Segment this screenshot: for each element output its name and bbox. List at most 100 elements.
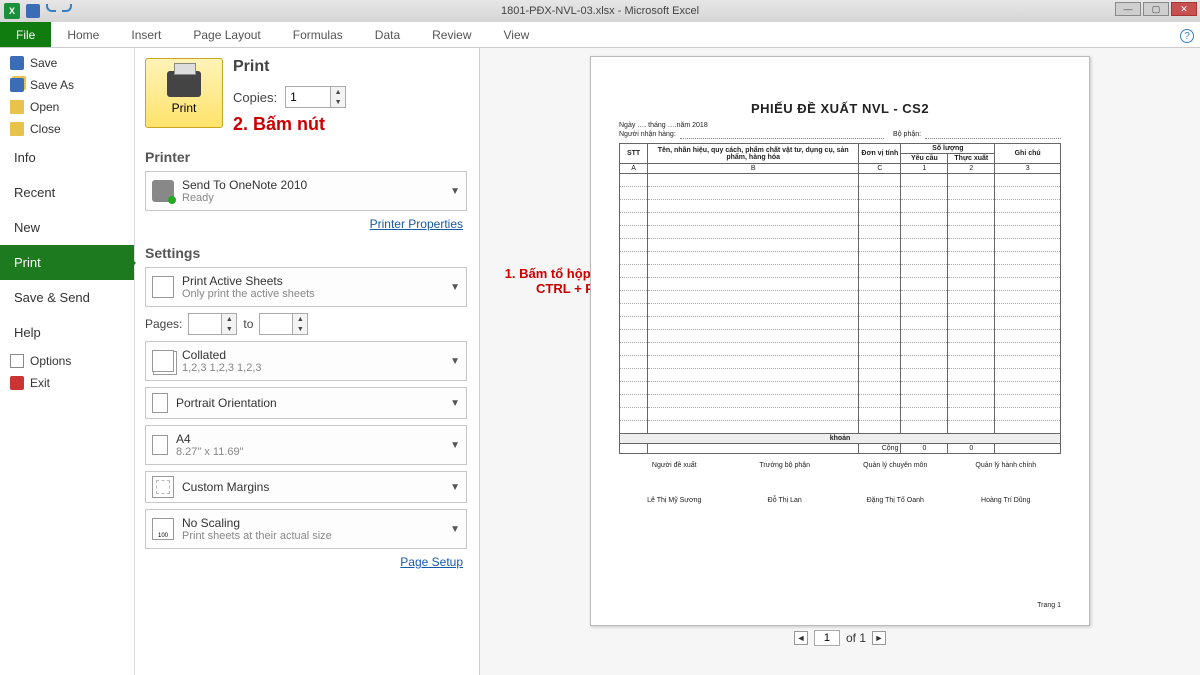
nav-options[interactable]: Options — [0, 350, 134, 372]
nav-save-as[interactable]: Save As — [0, 74, 134, 96]
paper-size-select[interactable]: A48.27" x 11.69" ▼ — [145, 425, 467, 465]
page-icon — [152, 435, 168, 455]
current-page-input[interactable] — [814, 630, 840, 646]
table-row — [620, 200, 1061, 213]
copies-label: Copies: — [233, 90, 277, 105]
th-req: Yêu cầu — [901, 154, 948, 164]
nav-save-label: Save — [30, 56, 57, 70]
print-what-title: Print Active Sheets — [182, 274, 442, 288]
chevron-down-icon: ▼ — [450, 356, 460, 367]
tab-insert[interactable]: Insert — [115, 22, 177, 47]
nav-save-send[interactable]: Save & Send — [0, 280, 134, 315]
table-row — [620, 174, 1061, 187]
nav-print[interactable]: Print — [0, 245, 134, 280]
doc-title: PHIẾU ĐỀ XUẤT NVL - CS2 — [619, 101, 1061, 116]
table-row — [620, 356, 1061, 369]
save-as-icon — [10, 78, 24, 92]
help-icon[interactable]: ? — [1180, 29, 1194, 43]
redo-icon[interactable] — [62, 4, 72, 12]
copies-up[interactable]: ▲ — [331, 87, 345, 97]
nav-help[interactable]: Help — [0, 315, 134, 350]
collate-title: Collated — [182, 348, 442, 362]
pages-from-spinner[interactable]: ▲▼ — [188, 313, 237, 335]
table-row — [620, 330, 1061, 343]
tab-data[interactable]: Data — [359, 22, 416, 47]
copies-input[interactable] — [286, 88, 330, 106]
save-icon[interactable] — [26, 4, 40, 18]
table-row — [620, 239, 1061, 252]
close-window-button[interactable]: ✕ — [1171, 2, 1197, 16]
page-setup-link[interactable]: Page Setup — [145, 555, 463, 569]
prev-page-button[interactable]: ◄ — [794, 631, 808, 645]
printer-select[interactable]: Send To OneNote 2010Ready ▼ — [145, 171, 467, 211]
tab-view[interactable]: View — [488, 22, 546, 47]
nav-exit-label: Exit — [30, 376, 50, 390]
pages-from-down[interactable]: ▼ — [222, 324, 236, 334]
sig-name-3: Đặng Thị Tố Oanh — [842, 497, 948, 504]
margins-icon — [152, 476, 174, 498]
pages-to-input[interactable] — [260, 315, 292, 333]
pages-to-up[interactable]: ▲ — [293, 314, 307, 324]
scaling-select[interactable]: 100 No ScalingPrint sheets at their actu… — [145, 509, 467, 549]
next-page-button[interactable]: ► — [872, 631, 886, 645]
collate-select[interactable]: Collated1,2,3 1,2,3 1,2,3 ▼ — [145, 341, 467, 381]
chevron-down-icon: ▼ — [450, 440, 460, 451]
printer-section-heading: Printer — [145, 149, 467, 165]
table-row — [620, 304, 1061, 317]
printer-properties-link[interactable]: Printer Properties — [145, 217, 463, 231]
sig-title-3: Quản lý chuyên môn — [842, 462, 948, 469]
minimize-button[interactable]: — — [1115, 2, 1141, 16]
chevron-down-icon: ▼ — [450, 398, 460, 409]
doc-table: STT Tên, nhãn hiệu, quy cách, phẩm chất … — [619, 143, 1061, 454]
nav-exit[interactable]: Exit — [0, 372, 134, 394]
title-bar: X 1801-PĐX-NVL-03.xlsx - Microsoft Excel… — [0, 0, 1200, 22]
pages-from-up[interactable]: ▲ — [222, 314, 236, 324]
print-button[interactable]: Print — [145, 58, 223, 128]
chevron-down-icon: ▼ — [450, 186, 460, 197]
pages-to-spinner[interactable]: ▲▼ — [259, 313, 308, 335]
tab-formulas[interactable]: Formulas — [277, 22, 359, 47]
table-row — [620, 291, 1061, 304]
tab-review[interactable]: Review — [416, 22, 487, 47]
copies-down[interactable]: ▼ — [331, 97, 345, 107]
col-1: 1 — [901, 164, 948, 174]
orientation-select[interactable]: Portrait Orientation ▼ — [145, 387, 467, 419]
paper-title: A4 — [176, 432, 442, 446]
table-row — [620, 226, 1061, 239]
tab-home[interactable]: Home — [51, 22, 115, 47]
doc-date: Ngày …. tháng ….năm 2018 — [619, 122, 1061, 129]
save-icon — [10, 56, 24, 70]
copies-spinner[interactable]: ▲▼ — [285, 86, 346, 108]
nav-open[interactable]: Open — [0, 96, 134, 118]
nav-info[interactable]: Info — [0, 140, 134, 175]
dotted-line — [925, 131, 1061, 139]
sig-title-2: Trưởng bộ phận — [732, 462, 838, 469]
nav-close[interactable]: Close — [0, 118, 134, 140]
annotation-step-1-line2: CTRL + P — [536, 281, 594, 296]
total-row: Cộng00 — [620, 444, 1061, 454]
table-row — [620, 421, 1061, 434]
page-of-label: of 1 — [846, 631, 866, 645]
nav-save[interactable]: Save — [0, 52, 134, 74]
undo-icon[interactable] — [46, 4, 56, 12]
khoan-label: khoản — [620, 434, 1061, 444]
total-actual: 0 — [948, 444, 995, 454]
settings-section-heading: Settings — [145, 245, 467, 261]
portrait-icon — [152, 393, 168, 413]
sig-name-2: Đỗ Thị Lan — [732, 497, 838, 504]
print-what-select[interactable]: Print Active SheetsOnly print the active… — [145, 267, 467, 307]
pages-to-down[interactable]: ▼ — [293, 324, 307, 334]
nav-recent[interactable]: Recent — [0, 175, 134, 210]
margins-select[interactable]: Custom Margins ▼ — [145, 471, 467, 503]
pages-from-input[interactable] — [189, 315, 221, 333]
tab-page-layout[interactable]: Page Layout — [177, 22, 276, 47]
pages-to-label: to — [243, 317, 253, 331]
nav-close-label: Close — [30, 122, 61, 136]
chevron-down-icon: ▼ — [450, 524, 460, 535]
col-2: 2 — [948, 164, 995, 174]
table-row — [620, 408, 1061, 421]
sig-name-1: Lê Thị Mỹ Sương — [621, 497, 727, 504]
maximize-button[interactable]: ▢ — [1143, 2, 1169, 16]
nav-new[interactable]: New — [0, 210, 134, 245]
file-tab[interactable]: File — [0, 22, 51, 47]
